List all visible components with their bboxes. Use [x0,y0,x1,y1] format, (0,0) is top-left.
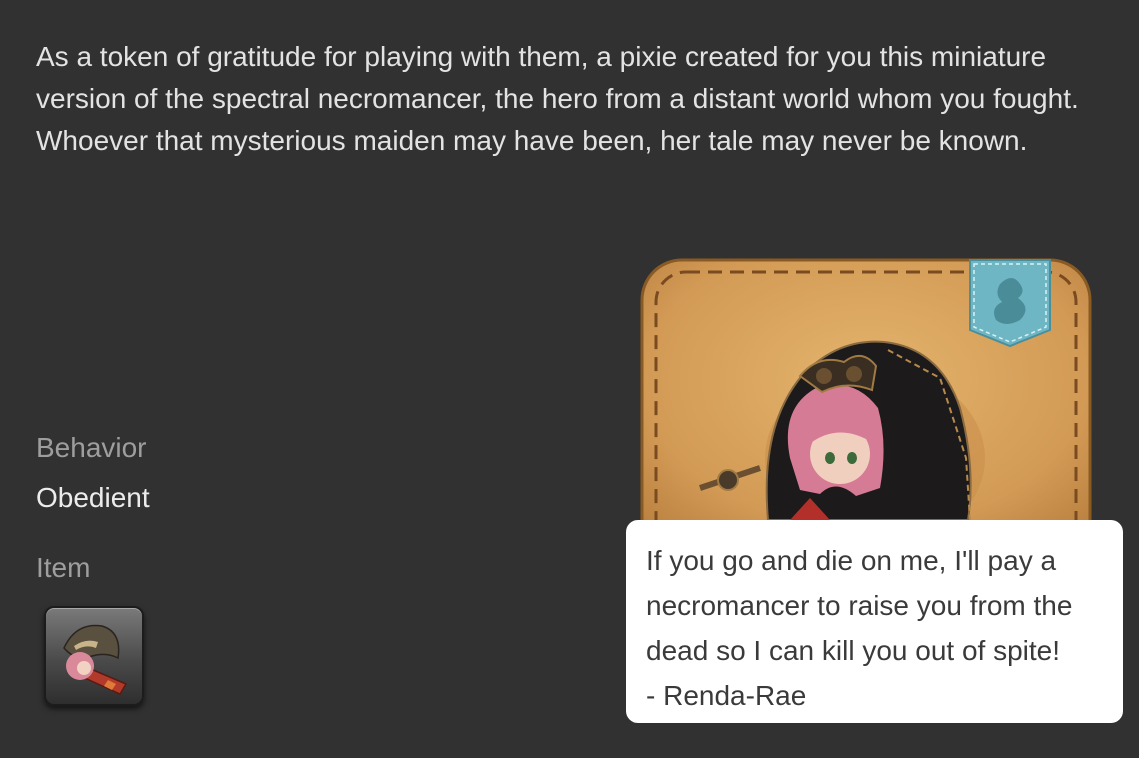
behavior-value: Obedient [36,482,150,513]
quote-line: If you go and die on me, I'll pay a [646,545,1057,576]
minion-portrait-card [640,258,1092,520]
item-label: Item [36,552,91,583]
chocobo-badge-icon [969,259,1051,348]
quote-attribution: - Renda-Rae [646,680,807,711]
minion-item-icon[interactable] [44,606,144,706]
quote-line: necromancer to raise you from the [646,590,1073,621]
minion-description: As a token of gratitude for playing with… [36,41,1079,156]
quote-tooltip: If you go and die on me, I'll pay a necr… [626,520,1123,723]
behavior-label: Behavior [36,432,147,463]
quote-line: dead so I can kill you out of spite! [646,635,1061,666]
